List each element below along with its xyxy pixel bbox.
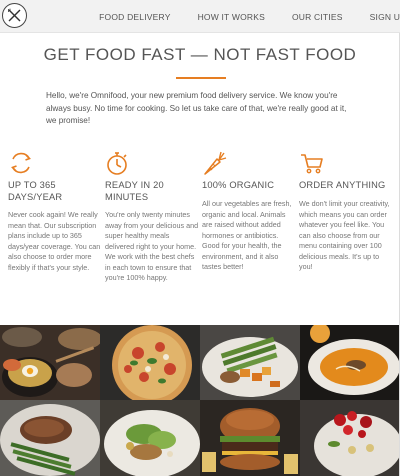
stopwatch-icon <box>107 152 127 175</box>
feature-text: All our vegetables are fresh, organic an… <box>202 199 292 271</box>
soup-photo[interactable] <box>300 325 400 400</box>
egg-rice-bowl-photo[interactable] <box>0 325 100 400</box>
infinity-arrows-icon <box>11 152 31 174</box>
carrot-icon <box>204 151 227 175</box>
burger-photo[interactable] <box>200 400 300 476</box>
cart-icon <box>301 154 323 174</box>
nav-how-it-works[interactable]: HOW IT WORKS <box>198 12 265 22</box>
feature-title: UP TO 365 DAYS/YEAR <box>8 180 63 202</box>
accent-divider <box>176 77 226 79</box>
fork-knife-icon[interactable] <box>2 3 27 28</box>
nav-food-delivery[interactable]: FOOD DELIVERY <box>99 12 170 22</box>
feature-text: You're only twenty minutes away from you… <box>105 210 199 282</box>
feature-title: READY IN 20 MINUTES <box>105 180 164 202</box>
fruit-plate-photo[interactable] <box>300 400 400 476</box>
grilled-vegetables-photo[interactable] <box>200 325 300 400</box>
feature-title: 100% ORGANIC <box>202 180 275 190</box>
pizza-photo[interactable] <box>100 325 200 400</box>
intro-paragraph: Hello, we're Omnifood, your new premium … <box>46 91 347 126</box>
nav-links: FOOD DELIVERY HOW IT WORKS OUR CITIES SI… <box>99 0 400 33</box>
salad-plate-photo[interactable] <box>100 400 200 476</box>
nav-our-cities[interactable]: OUR CITIES <box>292 12 343 22</box>
top-navigation: FOOD DELIVERY HOW IT WORKS OUR CITIES SI… <box>0 0 400 33</box>
feature-text: Never cook again! We really mean that. O… <box>8 210 101 272</box>
feature-title: ORDER ANYTHING <box>299 180 386 190</box>
page-title: GET FOOD FAST — NOT FAST FOOD <box>43 45 357 64</box>
nav-sign-up[interactable]: SIGN UP <box>370 12 400 22</box>
meals-gallery <box>0 325 400 476</box>
feature-text: We don't limit your creativity, which me… <box>299 199 390 271</box>
features-section: UP TO 365 DAYS/YEAR Never cook again! We… <box>0 150 400 320</box>
steak-asparagus-photo[interactable] <box>0 400 100 476</box>
